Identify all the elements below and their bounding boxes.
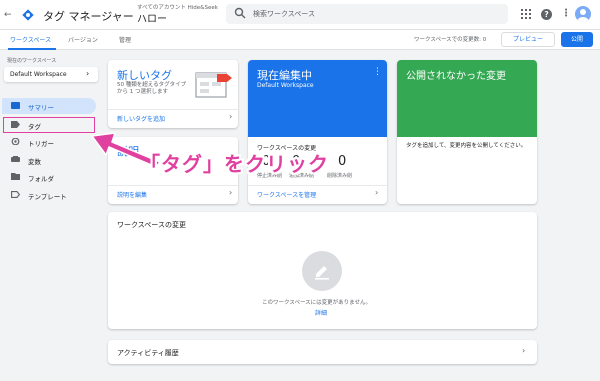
app-title: タグ マネージャー [43,10,134,23]
edit-pencil-icon [315,266,329,280]
deleted-label: 削除済み削 [327,173,353,179]
folder-icon [11,173,20,180]
active-tab-indicator [8,48,56,50]
learn-more-link[interactable]: 詳細 [315,308,327,317]
preview-button[interactable]: プレビュー [501,32,555,47]
current-workspace-name: Default Workspace [257,82,314,89]
activity-history-title: アクティビティ履歴 [117,349,179,357]
deleted-count: 0 [338,154,347,169]
chevron-right-icon: › [522,346,526,355]
summary-icon [11,102,20,109]
empty-state-text: このワークスペースには変更がありません。 [262,300,372,306]
tab-admin[interactable]: 管理 [119,35,131,44]
sidebar-item-label: サマリー [28,104,54,112]
sidebar-item-label: テンプレート [28,193,67,201]
sidebar-item-label: フォルダ [28,175,54,183]
currently-editing-title: 現在編集中 [257,69,312,82]
tab-workspace[interactable]: ワークスペース [10,35,51,44]
sidebar-item-label: トリガー [28,140,54,148]
avatar[interactable] [575,6,591,22]
chevron-right-icon: › [229,112,233,121]
manage-workspaces-link[interactable]: ワークスペースを管理 [257,190,316,199]
unpublished-changes-title: 公開されなかった変更 [406,71,506,82]
sidebar-item-label: 変数 [28,158,41,166]
gtm-logo-icon [22,9,34,21]
tab-versions[interactable]: バージョン [68,35,98,44]
workspace-label: 現在のワークスペース [7,58,57,64]
search-icon [234,7,246,19]
workspace-changes-heading: ワークスペースの変更 [117,221,186,229]
edit-description-link[interactable]: 説明を編集 [117,190,147,199]
add-new-tag-link[interactable]: 新しいタグを追加 [117,114,165,123]
card-divider [108,109,238,110]
unpublished-changes-description: タグを追加して、変更内容を公開してください。 [406,143,527,149]
publish-button[interactable]: 公開 [561,32,593,47]
arrow-left-icon[interactable]: ← [4,10,12,20]
search-placeholder: 検索ワークスペース [253,10,315,18]
workspace-selector-value: Default Workspace [10,71,67,78]
card-divider [108,185,238,186]
template-icon [11,191,20,198]
trigger-icon [11,138,20,145]
more-vert-icon[interactable]: ⋮ [561,8,571,19]
chevron-right-icon: › [375,188,379,197]
card-divider [248,185,387,186]
tag-highlight-box [3,117,95,133]
new-tag-title: 新しいタグ [117,69,172,82]
chevron-right-icon: › [86,69,90,78]
tag-illustration-icon [195,72,232,98]
help-icon[interactable]: ? [541,9,552,20]
more-vert-icon[interactable]: ⋮ [373,67,382,77]
chevron-right-icon: › [229,188,233,197]
container-name[interactable]: ハロー [137,10,219,24]
instruction-callout: 「タグ」をクリック [140,152,329,176]
apps-icon[interactable] [521,9,531,19]
new-tag-description: 50 種類を超えるタグタイプから 1 つ選択します [117,82,187,95]
variable-icon [11,156,20,162]
workspace-changes-count: ワークスペースでの変更数: 0 [414,37,487,43]
